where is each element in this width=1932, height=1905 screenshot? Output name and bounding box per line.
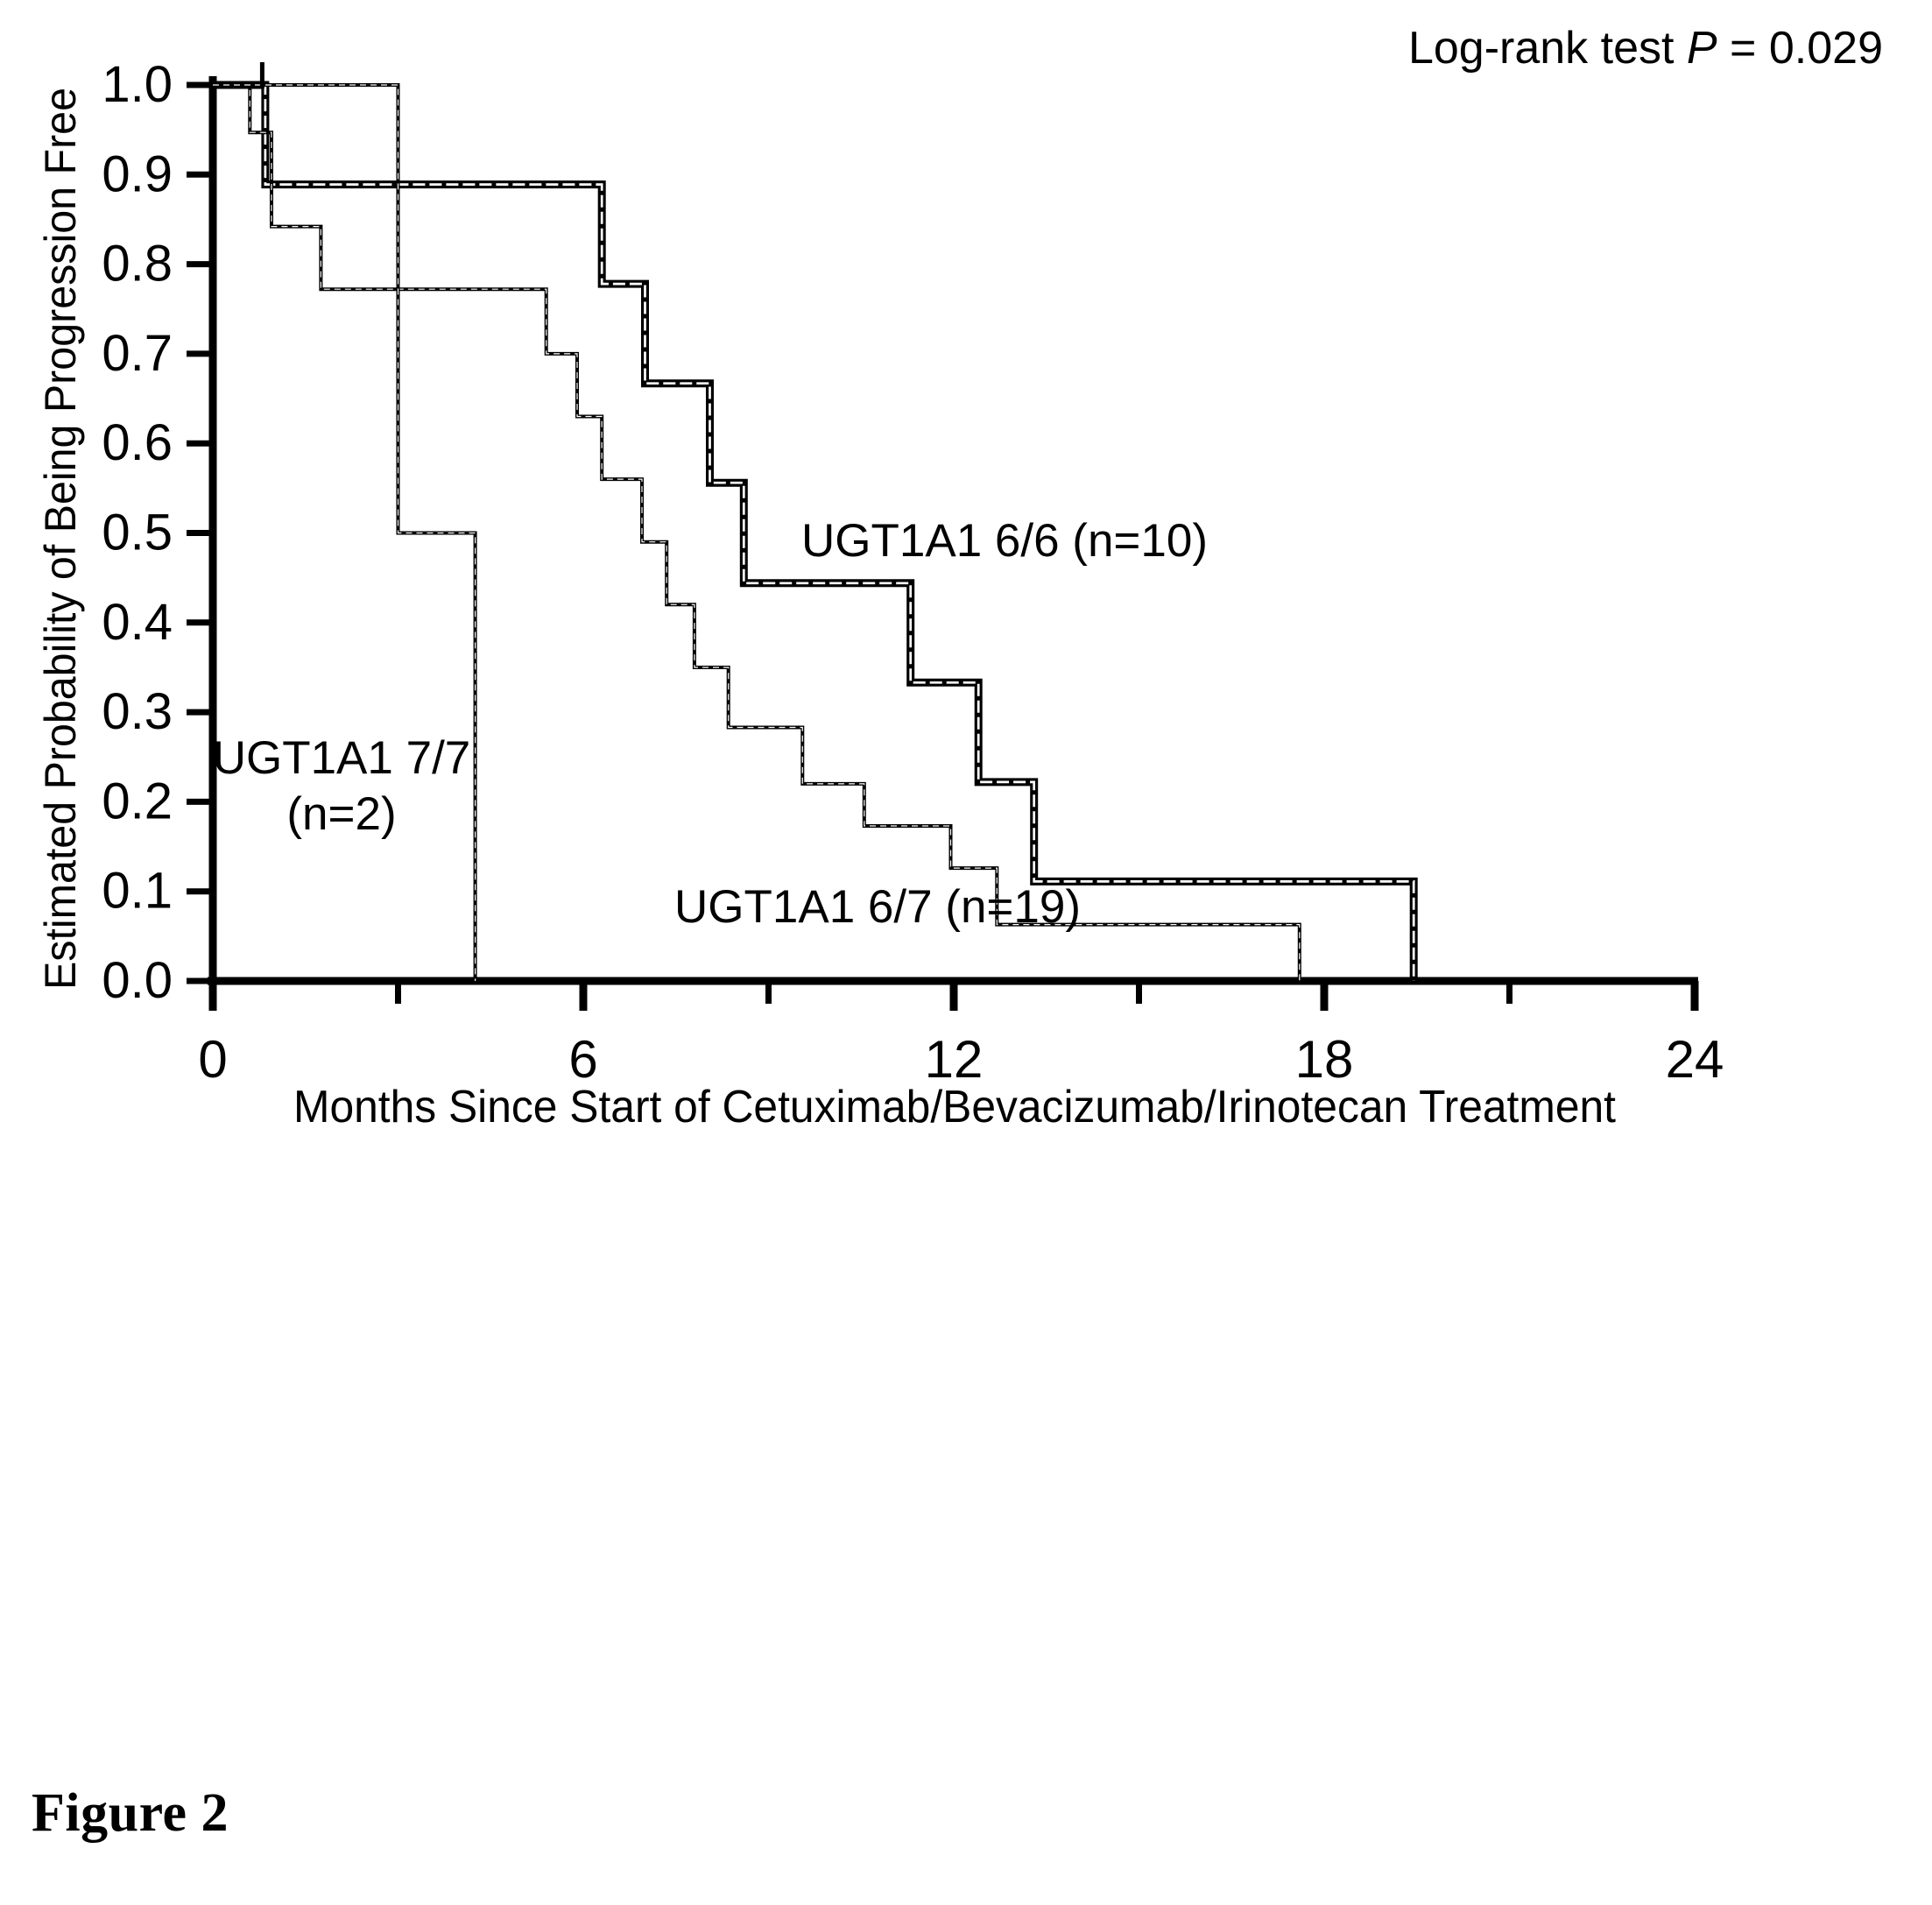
curve-label-66: UGT1A1 6/6 (n=10) — [801, 515, 1208, 567]
y-tick-label: 0.4 — [102, 594, 173, 651]
curve-label-67: UGT1A1 6/7 (n=19) — [674, 881, 1081, 933]
x-tick-label: 24 — [1666, 1030, 1724, 1089]
curve-label-77-line2: (n=2) — [286, 788, 396, 840]
kaplan-meier-chart: Log-rank test P = 0.029 Estimated Probab… — [36, 23, 1883, 1132]
x-tick-label: 6 — [568, 1030, 597, 1089]
y-tick-label: 0.8 — [102, 236, 173, 293]
log-rank-label: Log-rank test — [1408, 23, 1675, 74]
curve-path — [213, 83, 477, 981]
x-axis-ticks — [208, 981, 1699, 1011]
log-rank-statistic: Log-rank test P = 0.029 — [1408, 23, 1883, 74]
y-tick-label: 0.6 — [102, 414, 173, 471]
y-tick-label: 0.0 — [102, 952, 173, 1009]
curve-label-77-line1: UGT1A1 7/7 — [213, 732, 471, 784]
x-axis-tick-labels: 0 6 12 18 24 — [198, 1030, 1724, 1089]
figure-caption: Figure 2 — [32, 1783, 229, 1843]
y-tick-label: 0.1 — [102, 863, 173, 920]
x-tick-label: 12 — [925, 1030, 984, 1089]
figure-container: Log-rank test P = 0.029 Estimated Probab… — [0, 0, 1932, 1905]
y-tick-label: 0.2 — [102, 773, 173, 829]
y-tick-label: 0.9 — [102, 145, 173, 202]
x-tick-label: 18 — [1295, 1030, 1354, 1089]
y-axis-title: Estimated Probability of Being Progressi… — [36, 88, 85, 990]
y-tick-label: 1.0 — [102, 56, 173, 113]
y-tick-label: 0.3 — [102, 683, 173, 740]
log-rank-p-symbol: P — [1687, 23, 1717, 74]
y-tick-label: 0.7 — [102, 325, 173, 382]
y-tick-label: 0.5 — [102, 504, 173, 561]
y-axis-tick-labels: 0.0 0.1 0.2 0.3 0.4 0.5 0.6 0.7 0.8 0.9 1.0 — [102, 56, 173, 1009]
x-axis-title: Months Since Start of Cetuximab/Bevacizu… — [293, 1082, 1617, 1132]
x-tick-label: 0 — [198, 1030, 227, 1089]
curve-3 — [213, 62, 477, 981]
log-rank-p-value: = 0.029 — [1730, 23, 1883, 74]
